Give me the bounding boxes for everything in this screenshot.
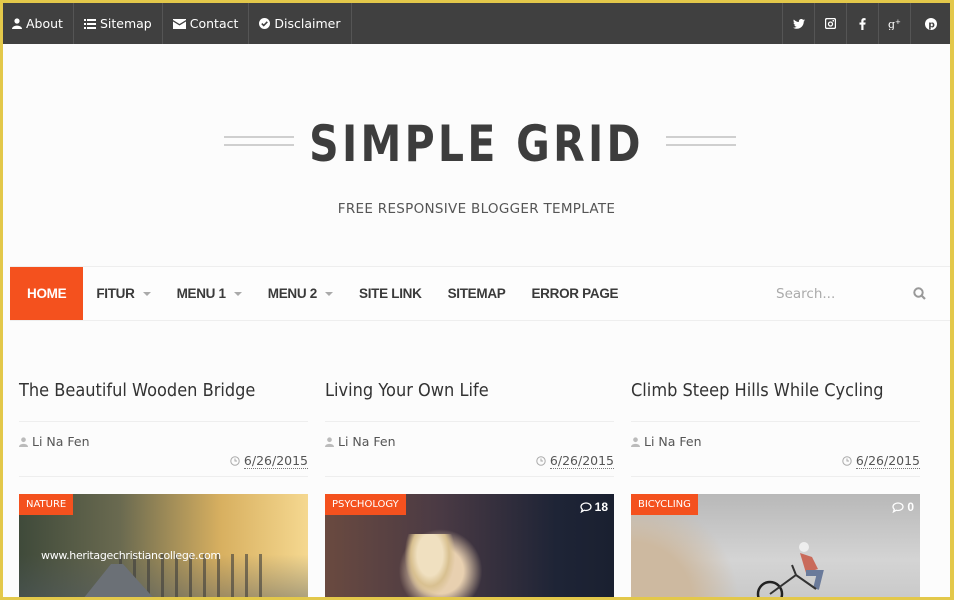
category-badge[interactable]: PSYCHOLOGY xyxy=(325,494,406,515)
watermark-text: www.heritagechristiancollege.com xyxy=(41,549,221,562)
post-author: Li Na Fen xyxy=(19,434,308,449)
caret-down-icon xyxy=(325,291,333,296)
divider xyxy=(19,421,308,422)
top-link-label: About xyxy=(26,16,63,31)
post-title[interactable]: Living Your Own Life xyxy=(325,375,585,407)
facebook-icon xyxy=(859,17,866,30)
search-input[interactable] xyxy=(776,285,886,302)
author-name: Li Na Fen xyxy=(644,434,702,449)
search-icon[interactable] xyxy=(913,287,926,300)
instagram-icon xyxy=(825,18,836,29)
photo-subject xyxy=(400,534,460,597)
user-icon xyxy=(12,18,22,29)
post-title[interactable]: Climb Steep Hills While Cycling xyxy=(631,375,891,407)
post-date: 6/26/2015 xyxy=(325,453,614,469)
comment-count-value: 0 xyxy=(907,500,914,514)
comment-icon xyxy=(579,501,592,513)
site-header: SIMPLE GRID FREE RESPONSIVE BLOGGER TEMP… xyxy=(3,44,950,266)
date-link[interactable]: 6/26/2015 xyxy=(855,453,920,469)
clock-icon xyxy=(842,456,852,466)
post-title[interactable]: The Beautiful Wooden Bridge xyxy=(19,375,279,407)
title-decoration-right xyxy=(666,136,736,146)
divider xyxy=(631,476,920,477)
svg-text:g: g xyxy=(888,18,895,30)
post-thumbnail[interactable]: BICYCLING 0 xyxy=(631,494,920,597)
google-plus-link[interactable]: g + xyxy=(878,3,910,44)
list-icon xyxy=(83,18,96,29)
divider xyxy=(631,421,920,422)
top-links: About Sitemap Contact Disclaimer xyxy=(3,3,352,44)
date-link[interactable]: 6/26/2015 xyxy=(243,453,308,469)
svg-text:p: p xyxy=(928,20,935,30)
comment-count[interactable]: 18 xyxy=(579,500,608,514)
user-icon xyxy=(631,436,640,447)
pinterest-link[interactable]: p xyxy=(910,3,950,44)
clock-icon xyxy=(230,456,240,466)
facebook-link[interactable] xyxy=(846,3,878,44)
divider xyxy=(19,476,308,477)
category-badge[interactable]: NATURE xyxy=(19,494,74,515)
main-nav: HOME FITUR MENU 1 MENU 2 SITE LINK SITEM… xyxy=(10,266,950,321)
divider xyxy=(325,476,614,477)
nav-item-fitur[interactable]: FITUR xyxy=(83,267,163,320)
nav-label: HOME xyxy=(27,286,67,301)
post-card: Living Your Own Life Li Na Fen 6/26/2015… xyxy=(325,375,614,597)
category-badge[interactable]: BICYCLING xyxy=(631,494,698,515)
cyclist-graphic xyxy=(756,542,824,597)
caret-down-icon xyxy=(233,291,242,296)
top-link-label: Contact xyxy=(189,16,239,31)
comment-icon xyxy=(892,501,904,513)
top-link-label: Sitemap xyxy=(99,16,152,31)
comment-count[interactable]: 0 xyxy=(892,500,914,514)
check-circle-icon xyxy=(259,18,271,29)
twitter-icon xyxy=(792,18,805,29)
clock-icon xyxy=(536,456,546,466)
post-author: Li Na Fen xyxy=(325,434,614,449)
nav-item-home[interactable]: HOME xyxy=(10,267,84,320)
nav-item-error-page[interactable]: ERROR PAGE xyxy=(518,267,631,320)
top-bar: About Sitemap Contact Disclaimer g + p xyxy=(3,3,950,44)
post-card: The Beautiful Wooden Bridge Li Na Fen 6/… xyxy=(19,375,308,597)
google-plus-icon: g + xyxy=(888,18,901,30)
site-tagline: FREE RESPONSIVE BLOGGER TEMPLATE xyxy=(337,201,616,217)
social-links: g + p xyxy=(782,3,950,44)
post-card: Climb Steep Hills While Cycling Li Na Fe… xyxy=(631,375,920,597)
author-name: Li Na Fen xyxy=(338,434,396,449)
post-date: 6/26/2015 xyxy=(19,453,308,469)
nav-item-sitemap[interactable]: SITEMAP xyxy=(435,267,519,320)
author-name: Li Na Fen xyxy=(32,434,90,449)
nav-label: ERROR PAGE xyxy=(531,286,619,301)
envelope-icon xyxy=(172,18,186,29)
search-box xyxy=(776,267,926,320)
site-title[interactable]: SIMPLE GRID xyxy=(88,116,865,172)
nav-item-menu-1[interactable]: MENU 1 xyxy=(164,267,255,320)
divider xyxy=(325,421,614,422)
pinterest-icon: p xyxy=(924,17,937,30)
top-link-sitemap[interactable]: Sitemap xyxy=(74,3,163,44)
user-icon xyxy=(19,436,28,447)
top-link-label: Disclaimer xyxy=(274,16,341,31)
post-thumbnail[interactable]: NATURE www.heritagechristiancollege.com xyxy=(19,494,308,597)
nav-label: MENU 1 xyxy=(176,286,227,301)
nav-item-menu-2[interactable]: MENU 2 xyxy=(255,267,346,320)
top-link-disclaimer[interactable]: Disclaimer xyxy=(249,3,352,44)
nav-label: MENU 2 xyxy=(267,286,318,301)
nav-label: SITEMAP xyxy=(447,286,506,301)
date-link[interactable]: 6/26/2015 xyxy=(549,453,614,469)
twitter-link[interactable] xyxy=(782,3,814,44)
top-link-contact[interactable]: Contact xyxy=(163,3,250,44)
nav-item-site-link[interactable]: SITE LINK xyxy=(346,267,435,320)
comment-count-value: 18 xyxy=(594,500,608,514)
post-date: 6/26/2015 xyxy=(631,453,920,469)
post-thumbnail[interactable]: PSYCHOLOGY 18 xyxy=(325,494,614,597)
page-frame: About Sitemap Contact Disclaimer g + p S… xyxy=(3,3,950,597)
post-author: Li Na Fen xyxy=(631,434,920,449)
top-link-about[interactable]: About xyxy=(3,3,74,44)
user-icon xyxy=(325,436,334,447)
svg-text:+: + xyxy=(895,18,901,26)
caret-down-icon xyxy=(142,291,151,296)
instagram-link[interactable] xyxy=(814,3,846,44)
nav-label: FITUR xyxy=(96,286,135,301)
nav-label: SITE LINK xyxy=(359,286,422,301)
